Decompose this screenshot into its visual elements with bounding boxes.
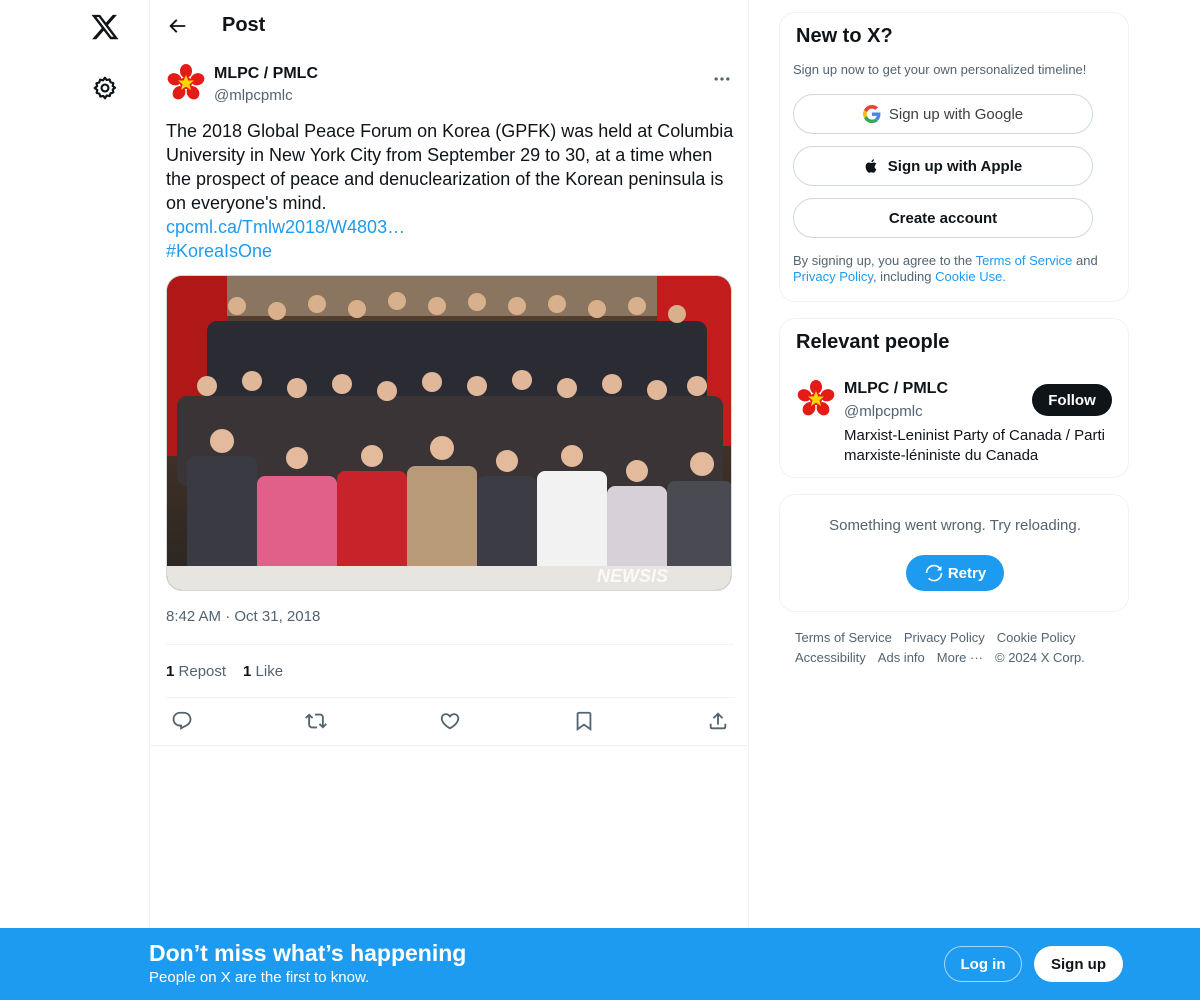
footer-copyright: © 2024 X Corp. (995, 650, 1085, 665)
footer-privacy-link[interactable]: Privacy Policy (904, 630, 985, 645)
group-photo-image: NEWSIS (167, 276, 731, 590)
error-card: Something went wrong. Try reloading. Ret… (779, 494, 1129, 612)
apple-icon (865, 159, 877, 173)
relevant-handle[interactable]: @mlpcpmlc (844, 403, 923, 420)
avatar[interactable] (166, 63, 206, 103)
footer-links: Terms of Service Privacy Policy Cookie Pol… (795, 628, 1115, 668)
timestamp-separator: · (225, 608, 231, 625)
media-watermark: NEWSIS (597, 566, 668, 586)
legal-including: , including (872, 269, 936, 284)
signup-apple-button[interactable]: Sign up with Apple (793, 146, 1093, 186)
signup-button[interactable]: Sign up (1034, 946, 1123, 982)
footer-ads-link[interactable]: Ads info (878, 650, 925, 665)
likes-label: Like (255, 663, 284, 680)
cookie-link[interactable]: Cookie Use. (935, 269, 1006, 284)
login-button[interactable]: Log in (944, 946, 1022, 982)
signup-banner: Don’t miss what’s happening People on X … (0, 928, 1200, 1000)
likes-count: 1 (243, 663, 252, 680)
relevant-avatar[interactable] (796, 379, 836, 419)
left-nav (0, 0, 150, 1000)
footer-more-link[interactable]: More ··· (937, 650, 983, 665)
gear-icon[interactable] (92, 75, 118, 101)
create-account-label: Create account (888, 209, 998, 227)
more-options-icon[interactable] (712, 69, 732, 89)
legal-prefix: By signing up, you agree to the (793, 253, 976, 268)
terms-link[interactable]: Terms of Service (976, 253, 1073, 268)
tweet-stats: 1 Repost 1 Like (166, 644, 734, 698)
x-logo-icon[interactable] (90, 12, 120, 42)
tweet-link[interactable]: cpcml.ca/Tmlw2018/W4803… (166, 215, 736, 239)
reposts-stat[interactable]: 1 Repost (166, 663, 226, 680)
share-icon[interactable] (707, 710, 729, 732)
likes-stat[interactable]: 1 Like (243, 663, 283, 680)
author-handle[interactable]: @mlpcpmlc (214, 87, 293, 104)
new-to-x-title: New to X? (796, 25, 893, 47)
author-name[interactable]: MLPC / PMLC (214, 65, 318, 83)
retry-label: Retry (947, 564, 987, 582)
retry-button[interactable]: Retry (906, 555, 1004, 591)
signup-apple-label: Sign up with Apple (887, 157, 1023, 175)
footer-cookie-link[interactable]: Cookie Policy (997, 630, 1076, 645)
tweet-media-photo[interactable]: NEWSIS (166, 275, 732, 591)
relevant-people-title: Relevant people (796, 331, 950, 353)
reposts-label: Repost (178, 663, 227, 680)
refresh-icon (925, 564, 943, 582)
reposts-count: 1 (166, 663, 175, 680)
banner-subtitle: People on X are the first to know. (149, 969, 370, 986)
relevant-people-card: Relevant people MLPC / PMLC @mlpcpmlc Ma… (779, 318, 1129, 478)
relevant-name[interactable]: MLPC / PMLC (844, 380, 948, 398)
bookmark-icon[interactable] (573, 710, 595, 732)
signup-google-label: Sign up with Google (888, 105, 1024, 123)
google-icon (862, 105, 881, 123)
follow-button[interactable]: Follow (1032, 384, 1112, 416)
tweet-timestamp[interactable]: 8:42 AM · Oct 31, 2018 (166, 608, 320, 625)
create-account-button[interactable]: Create account (793, 198, 1093, 238)
tweet-author: MLPC / PMLC @mlpcpmlc (166, 63, 736, 109)
tweet-hashtag[interactable]: #KoreaIsOne (166, 239, 736, 263)
new-to-x-subtitle: Sign up now to get your own personalized… (793, 62, 1087, 77)
page-title: Post (222, 14, 266, 36)
footer-accessibility-link[interactable]: Accessibility (795, 650, 866, 665)
main-column: Post MLPC / PMLC @mlpcpmlc The 2018 Glob… (149, 0, 749, 1000)
reply-icon[interactable] (171, 710, 193, 732)
relevant-bio: Marxist-Leninist Party of Canada / Parti… (844, 427, 1105, 464)
tweet-text: The 2018 Global Peace Forum on Korea (GP… (166, 119, 736, 263)
footer-terms-link[interactable]: Terms of Service (795, 630, 892, 645)
new-to-x-card: New to X? Sign up now to get your own pe… (779, 12, 1129, 302)
tweet-date: Oct 31, 2018 (234, 608, 321, 625)
repost-icon[interactable] (305, 710, 327, 732)
tweet-actions (150, 698, 748, 746)
post-header: Post (150, 0, 748, 53)
signup-google-button[interactable]: Sign up with Google (793, 94, 1093, 134)
back-arrow-icon[interactable] (166, 15, 188, 37)
like-heart-icon[interactable] (439, 710, 461, 732)
banner-title: Don’t miss what’s happening (149, 940, 467, 966)
signup-legal-text: By signing up, you agree to the Terms of… (793, 253, 1123, 285)
privacy-link[interactable]: Privacy Policy (793, 269, 873, 284)
legal-and: and (1072, 253, 1098, 268)
tweet-body: The 2018 Global Peace Forum on Korea (GP… (166, 121, 734, 213)
tweet-time: 8:42 AM (166, 608, 222, 625)
error-message: Something went wrong. Try reloading. (829, 517, 1081, 534)
